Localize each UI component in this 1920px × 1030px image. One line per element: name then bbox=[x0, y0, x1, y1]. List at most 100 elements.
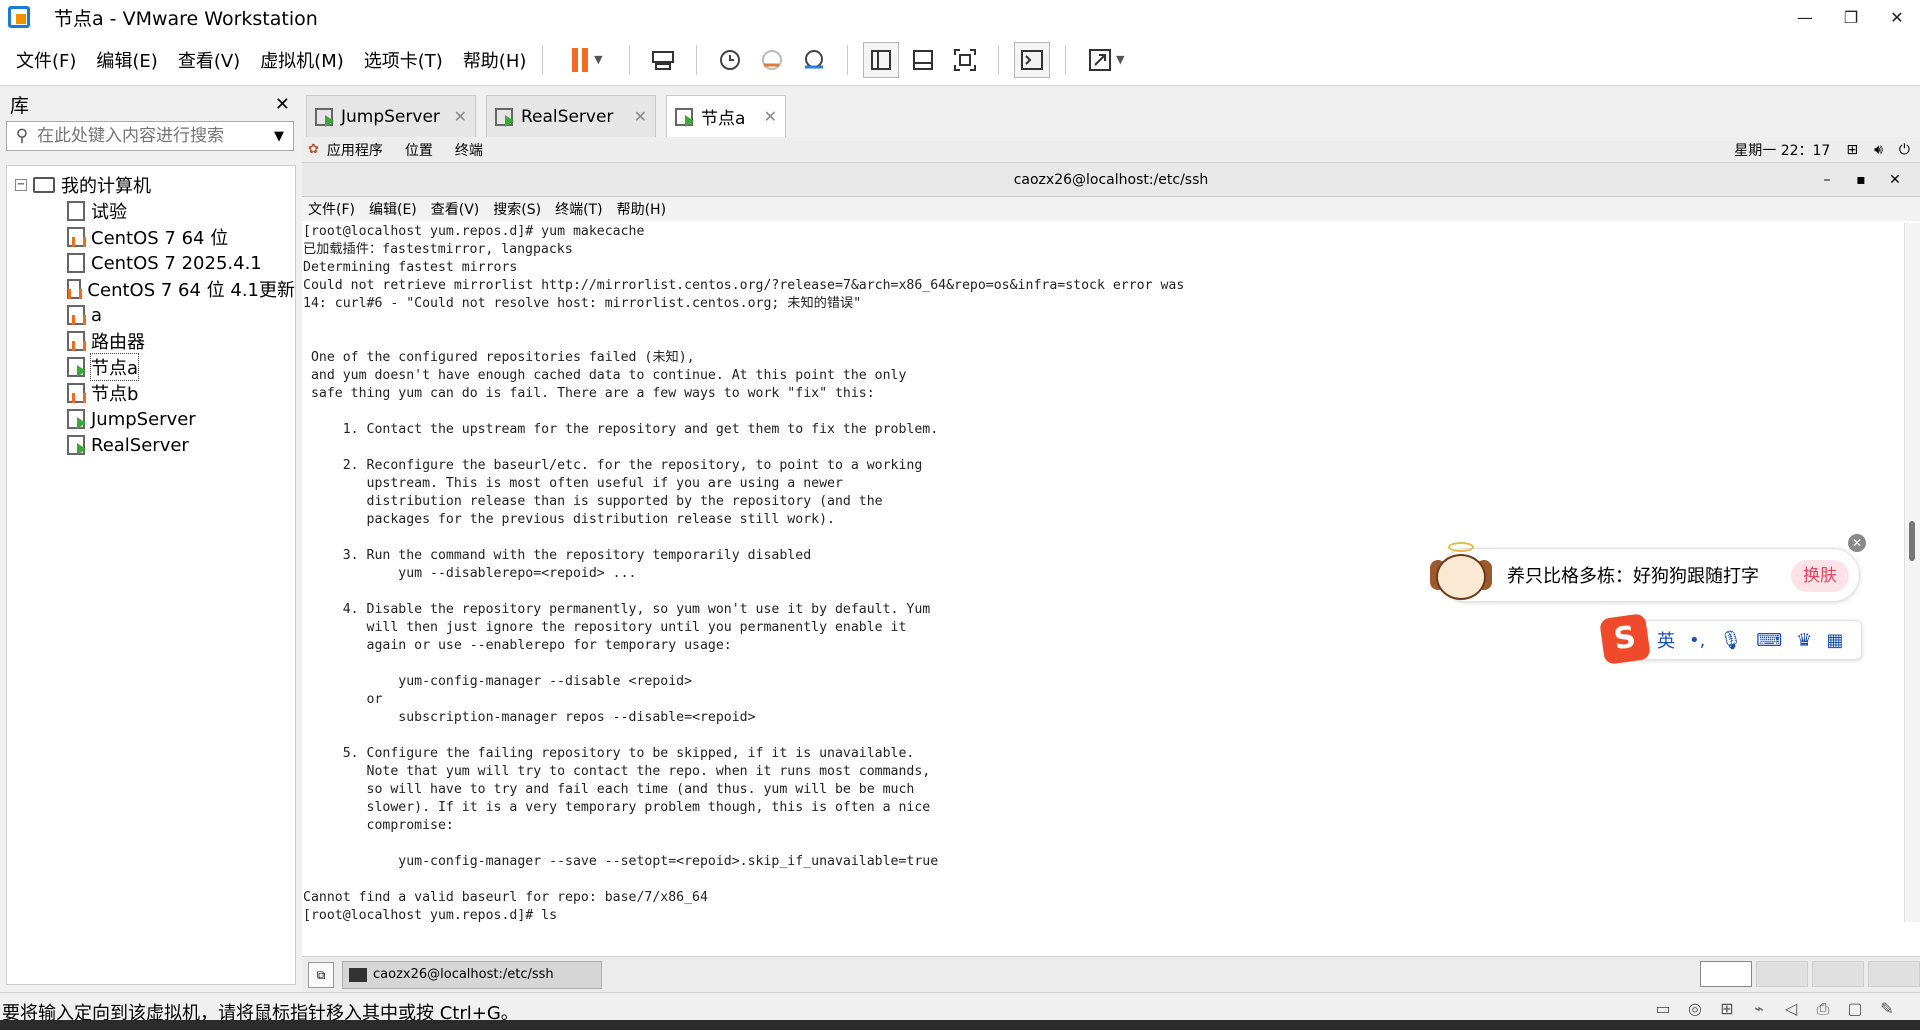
terminal-menu-help[interactable]: 帮助(H) bbox=[617, 199, 666, 219]
library-close-icon[interactable]: ✕ bbox=[275, 94, 290, 115]
menu-vm[interactable]: 虚拟机(M) bbox=[260, 47, 344, 73]
collapse-icon[interactable]: − bbox=[15, 179, 27, 191]
halo-icon bbox=[1448, 542, 1474, 552]
tree-item-vm[interactable]: 节点b bbox=[7, 380, 295, 406]
ime-skin-button[interactable]: 换肤 bbox=[1791, 560, 1849, 592]
volume-icon[interactable]: 🔊︎ bbox=[1874, 142, 1883, 158]
gnome-menu-places[interactable]: 位置 bbox=[405, 140, 433, 160]
workspace-4[interactable] bbox=[1868, 961, 1920, 987]
vm-tab-strip: JumpServer ✕ RealServer ✕ 节点a ✕ bbox=[302, 87, 1920, 137]
keyboard-icon[interactable]: ⌨︎ bbox=[1756, 630, 1782, 651]
tree-item-vm[interactable]: CentOS 7 2025.4.1 bbox=[7, 250, 295, 276]
ime-tip-bubble[interactable]: 养只比格多栋：好狗狗跟随打字 换肤 bbox=[1440, 548, 1860, 602]
terminal-scroll-thumb[interactable] bbox=[1909, 521, 1915, 561]
terminal-line: Note that yum will try to contact the re… bbox=[303, 764, 931, 779]
vm-label: 节点b bbox=[91, 384, 139, 405]
tab-close-icon[interactable]: ✕ bbox=[454, 107, 467, 126]
terminal-menu-view[interactable]: 查看(V) bbox=[431, 199, 480, 219]
tab-jumpserver[interactable]: JumpServer ✕ bbox=[306, 95, 476, 137]
revert-snapshot-button[interactable] bbox=[754, 42, 790, 78]
close-button[interactable]: ✕ bbox=[1874, 0, 1920, 34]
vm-paused-icon bbox=[67, 279, 83, 299]
tree-item-vm-selected[interactable]: 节点a bbox=[7, 353, 295, 381]
tree-root-my-computer[interactable]: − 我的计算机 bbox=[7, 172, 295, 198]
workspace-1[interactable] bbox=[1700, 961, 1752, 987]
ime-tip-text: 养只比格多栋：好狗狗跟随打字 bbox=[1507, 566, 1759, 587]
workspace-3[interactable] bbox=[1812, 961, 1864, 987]
host-taskbar-strip bbox=[0, 1020, 1920, 1030]
terminal-menu-file[interactable]: 文件(F) bbox=[308, 199, 355, 219]
tree-item-vm[interactable]: RealServer bbox=[7, 432, 295, 458]
tree-item-vm[interactable]: JumpServer bbox=[7, 406, 295, 432]
power-icon[interactable]: ⏻ bbox=[1899, 142, 1910, 158]
vm-running-icon bbox=[67, 435, 86, 455]
tree-root-label: 我的计算机 bbox=[61, 176, 151, 197]
gnome-menu-terminal[interactable]: 终端 bbox=[455, 140, 483, 160]
snapshot-manager-button[interactable] bbox=[796, 42, 832, 78]
terminal-maximize-button[interactable]: ▪ bbox=[1844, 163, 1878, 197]
ime-tip-close-icon[interactable]: ✕ bbox=[1848, 534, 1866, 552]
menu-edit[interactable]: 编辑(E) bbox=[96, 47, 157, 73]
terminal-close-button[interactable]: ✕ bbox=[1878, 163, 1912, 197]
terminal-menu-terminal[interactable]: 终端(T) bbox=[555, 199, 602, 219]
terminal-menu-edit[interactable]: 编辑(E) bbox=[369, 199, 417, 219]
tree-item-vm[interactable]: 路由器 bbox=[7, 328, 295, 354]
terminal-minimize-button[interactable]: – bbox=[1810, 163, 1844, 197]
terminal-title: caozx26@localhost:/etc/ssh bbox=[1013, 172, 1209, 188]
search-icon: ⚲ bbox=[15, 126, 29, 146]
gnome-clock[interactable]: 星期一 22：17 bbox=[1734, 140, 1830, 160]
menu-view[interactable]: 查看(V) bbox=[178, 47, 240, 73]
tree-item-vm[interactable]: CentOS 7 64 位 4.1更新 bbox=[7, 276, 295, 302]
network-icon[interactable]: ⊞ bbox=[1846, 142, 1858, 158]
full-screen-button[interactable] bbox=[947, 42, 983, 78]
menu-file[interactable]: 文件(F) bbox=[16, 47, 76, 73]
library-search-input[interactable] bbox=[37, 126, 265, 146]
minimize-button[interactable]: — bbox=[1782, 0, 1828, 34]
thumbnail-bar-button[interactable] bbox=[905, 42, 941, 78]
chevron-down-icon[interactable]: ▼ bbox=[265, 129, 293, 144]
terminal-line: 2. Reconfigure the baseurl/etc. for the … bbox=[303, 458, 923, 473]
sogou-logo-icon[interactable]: S bbox=[1599, 613, 1651, 665]
tab-label: 节点a bbox=[701, 109, 746, 129]
tab-label: RealServer bbox=[521, 106, 614, 127]
menu-help[interactable]: 帮助(H) bbox=[463, 47, 527, 73]
workspace-2[interactable] bbox=[1756, 961, 1808, 987]
maximize-button[interactable]: ❐ bbox=[1828, 0, 1874, 34]
ime-mode-toggle[interactable]: 英 bbox=[1657, 627, 1675, 653]
vm-label: 试验 bbox=[91, 202, 127, 223]
menu-tabs[interactable]: 选项卡(T) bbox=[364, 47, 443, 73]
tree-item-vm[interactable]: CentOS 7 64 位 bbox=[7, 224, 295, 250]
tab-close-icon[interactable]: ✕ bbox=[634, 107, 647, 126]
terminal-line: 5. Configure the failing repository to b… bbox=[303, 746, 915, 761]
stretch-guest-button[interactable]: ▼ bbox=[1081, 42, 1131, 78]
taskbar-terminal-item[interactable]: caozx26@localhost:/etc/ssh bbox=[342, 960, 602, 989]
terminal-line: or bbox=[303, 692, 383, 707]
terminal-line: [root@localhost yum.repos.d]# yum makeca… bbox=[303, 224, 645, 239]
tree-item-vm[interactable]: a bbox=[7, 302, 295, 328]
terminal-line: [root@localhost yum.repos.d]# ls bbox=[303, 908, 558, 922]
vm-label: 路由器 bbox=[91, 332, 145, 353]
terminal-line: subscription-manager repos --disable=<re… bbox=[303, 710, 756, 725]
pause-button[interactable]: ▼ bbox=[558, 42, 614, 78]
terminal-menu-search[interactable]: 搜索(S) bbox=[493, 199, 541, 219]
vm-area: JumpServer ✕ RealServer ✕ 节点a ✕ ✿ 应用程序 位… bbox=[302, 87, 1920, 992]
console-view-button[interactable] bbox=[1014, 41, 1051, 78]
tab-node-a[interactable]: 节点a ✕ bbox=[666, 95, 786, 137]
vm-running-icon bbox=[495, 107, 514, 127]
microphone-icon[interactable]: 🎙︎ bbox=[1719, 630, 1742, 651]
show-library-button[interactable] bbox=[863, 41, 900, 78]
terminal-scrollbar[interactable] bbox=[1904, 223, 1920, 922]
skin-shirt-icon[interactable]: ♛ bbox=[1796, 630, 1812, 651]
tab-realserver[interactable]: RealServer ✕ bbox=[486, 95, 656, 137]
terminal-line: slower). If it is a very temporary probl… bbox=[303, 800, 931, 815]
show-desktop-icon[interactable]: ⧉ bbox=[308, 961, 334, 988]
send-ctrl-alt-del-button[interactable] bbox=[645, 42, 681, 78]
gnome-menu-applications[interactable]: 应用程序 bbox=[327, 140, 383, 160]
take-snapshot-button[interactable] bbox=[712, 42, 748, 78]
ime-punctuation-toggle[interactable]: •, bbox=[1689, 630, 1705, 651]
tab-close-icon[interactable]: ✕ bbox=[764, 107, 777, 126]
terminal-line: 14: curl#6 - "Could not resolve host: mi… bbox=[303, 296, 862, 311]
tree-item-vm[interactable]: 试验 bbox=[7, 198, 295, 224]
toolbox-grid-icon[interactable]: ▦ bbox=[1826, 630, 1843, 651]
library-title: 库 bbox=[10, 94, 30, 117]
